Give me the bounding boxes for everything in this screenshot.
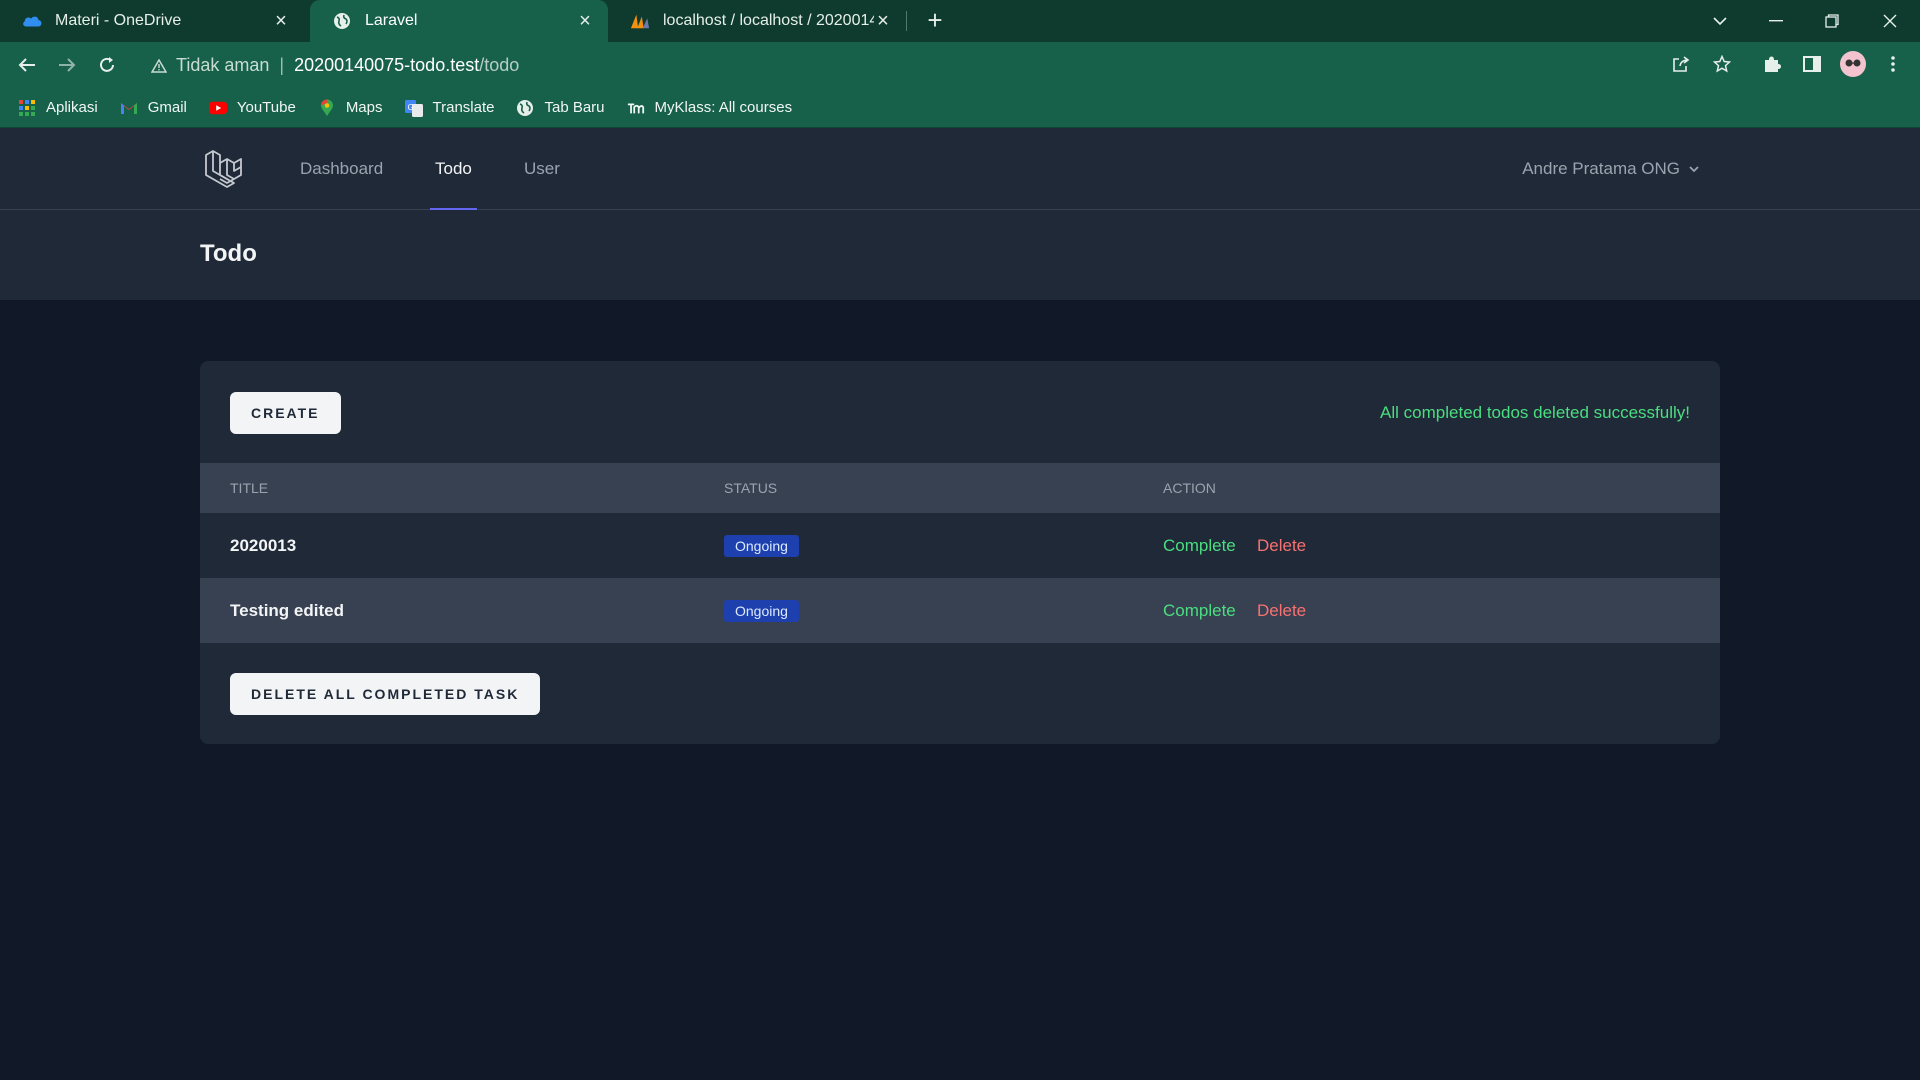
globe-icon xyxy=(516,99,534,117)
chevron-down-icon xyxy=(1689,166,1699,173)
todo-title: Testing edited xyxy=(230,601,344,620)
browser-toolbar: Tidak aman | 20200140075-todo.test/todo xyxy=(0,42,1920,88)
avatar xyxy=(1840,51,1866,77)
bookmark-label: YouTube xyxy=(236,99,296,116)
tab-phpmyadmin[interactable]: localhost / localhost / 20200140075_todo… xyxy=(608,0,906,42)
nav-user[interactable]: User xyxy=(524,128,560,210)
close-icon[interactable]: × xyxy=(272,11,290,31)
page-header: Todo xyxy=(0,210,1920,300)
bookmark-label: MyKlass: All courses xyxy=(654,99,793,116)
side-panel-button[interactable] xyxy=(1797,49,1827,79)
delete-link[interactable]: Delete xyxy=(1257,578,1306,643)
tab-laravel[interactable]: Laravel × xyxy=(310,0,608,42)
warning-icon xyxy=(150,57,168,75)
share-button[interactable] xyxy=(1666,49,1696,79)
todo-title: 2020013 xyxy=(230,536,297,555)
address-bar[interactable]: Tidak aman | 20200140075-todo.test/todo xyxy=(138,49,1708,82)
status-badge: Ongoing xyxy=(724,535,799,557)
bookmark-label: Gmail xyxy=(147,99,187,116)
svg-text:G: G xyxy=(407,103,413,112)
bookmark-star-button[interactable] xyxy=(1707,49,1737,79)
bookmark-tab-baru[interactable]: Tab Baru xyxy=(516,99,605,117)
tab-separator xyxy=(906,11,907,31)
bookmark-myklass[interactable]: MyKlass: All courses xyxy=(627,99,793,117)
user-menu-dropdown[interactable]: Andre Pratama ONG xyxy=(1522,128,1700,210)
translate-icon: G xyxy=(404,99,423,117)
apps-grid-icon xyxy=(18,99,36,117)
minimize-icon xyxy=(1769,20,1783,22)
maps-icon xyxy=(318,99,336,117)
browser-tab-strip: Materi - OneDrive × Laravel × localhost … xyxy=(0,0,1920,42)
tab-label: Materi - OneDrive xyxy=(55,12,182,29)
table-row: Testing edited Ongoing Complete Delete xyxy=(200,578,1720,643)
delete-link[interactable]: Delete xyxy=(1257,513,1306,578)
tab-onedrive[interactable]: Materi - OneDrive × xyxy=(0,0,304,42)
app-navbar: Dashboard Todo User Andre Pratama ONG xyxy=(0,128,1920,210)
back-button[interactable] xyxy=(12,50,42,80)
create-button[interactable]: CREATE xyxy=(230,392,341,434)
extensions-button[interactable] xyxy=(1757,49,1787,79)
bookmark-maps[interactable]: Maps xyxy=(318,99,383,117)
bookmark-aplikasi[interactable]: Aplikasi xyxy=(18,99,98,117)
forward-button[interactable] xyxy=(52,50,82,80)
chevron-down-icon xyxy=(1713,17,1727,26)
complete-link[interactable]: Complete xyxy=(1163,578,1236,643)
reload-icon xyxy=(100,57,114,72)
arrow-left-icon xyxy=(18,58,35,72)
gmail-icon xyxy=(120,99,138,117)
column-header-title: TITLE xyxy=(230,480,269,496)
column-header-action: ACTION xyxy=(1163,480,1216,496)
tab-label: Laravel xyxy=(365,12,418,29)
nav-dashboard[interactable]: Dashboard xyxy=(300,128,383,210)
bookmarks-bar: Aplikasi Gmail YouTube Maps G Translate … xyxy=(0,88,1920,128)
user-name: Andre Pratama ONG xyxy=(1522,159,1680,178)
tab-search-button[interactable] xyxy=(1692,0,1748,42)
minimize-button[interactable] xyxy=(1748,0,1804,42)
page-title: Todo xyxy=(200,240,257,267)
close-icon[interactable]: × xyxy=(874,11,892,31)
more-vertical-icon xyxy=(1891,56,1895,72)
bookmark-youtube[interactable]: YouTube xyxy=(208,99,296,117)
close-icon xyxy=(1883,14,1897,28)
bookmark-label: Maps xyxy=(345,99,383,116)
table-header: TITLE STATUS ACTION xyxy=(200,463,1720,513)
browser-menu-button[interactable] xyxy=(1878,49,1908,79)
bookmark-label: Aplikasi xyxy=(46,99,98,116)
status-badge: Ongoing xyxy=(724,600,799,622)
puzzle-icon xyxy=(1765,56,1781,72)
restore-button[interactable] xyxy=(1804,0,1860,42)
window-close-button[interactable] xyxy=(1862,0,1918,42)
tab-label: localhost / localhost / 20200140075_todo xyxy=(663,12,874,29)
url-path: /todo xyxy=(479,55,520,75)
column-header-status: STATUS xyxy=(724,480,778,496)
nav-todo[interactable]: Todo xyxy=(430,128,477,210)
close-icon[interactable]: × xyxy=(576,11,594,31)
complete-link[interactable]: Complete xyxy=(1163,513,1236,578)
profile-button[interactable] xyxy=(1838,49,1868,79)
bookmark-gmail[interactable]: Gmail xyxy=(120,99,187,117)
laravel-logo[interactable] xyxy=(203,148,245,190)
star-icon xyxy=(1713,55,1731,73)
table-row: 2020013 Ongoing Complete Delete xyxy=(200,513,1720,578)
divider: | xyxy=(279,55,285,75)
side-panel-icon xyxy=(1803,56,1821,72)
todo-card: CREATE All completed todos deleted succe… xyxy=(200,361,1720,744)
success-message: All completed todos deleted successfully… xyxy=(1380,403,1690,422)
bookmark-label: Translate xyxy=(432,99,495,116)
share-icon xyxy=(1673,56,1690,72)
arrow-right-icon xyxy=(59,58,76,72)
bookmark-label: Tab Baru xyxy=(544,99,605,116)
restore-icon xyxy=(1825,14,1839,28)
delete-all-completed-button[interactable]: DELETE ALL COMPLETED TASK xyxy=(230,673,541,715)
security-label: Tidak aman xyxy=(176,55,270,75)
bookmark-translate[interactable]: G Translate xyxy=(404,99,495,117)
phpmyadmin-icon xyxy=(630,11,650,31)
globe-icon xyxy=(332,11,352,31)
youtube-icon xyxy=(208,99,227,117)
myklass-icon xyxy=(627,99,645,117)
reload-button[interactable] xyxy=(92,50,122,80)
onedrive-icon xyxy=(22,11,42,31)
url-host: 20200140075-todo.test xyxy=(294,55,480,75)
new-tab-button[interactable]: + xyxy=(920,6,950,36)
